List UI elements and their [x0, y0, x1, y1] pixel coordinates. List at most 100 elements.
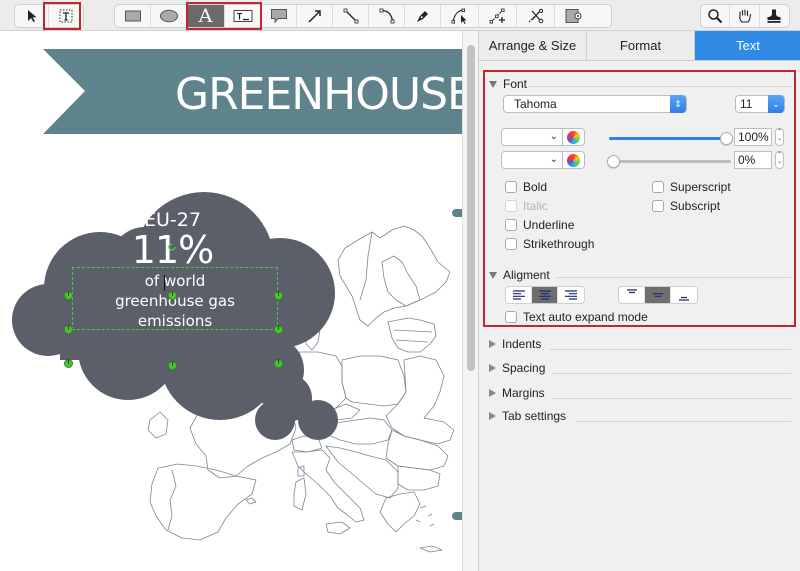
bg-opacity-slider-track[interactable]: [609, 160, 731, 163]
tab-text[interactable]: Text: [695, 31, 800, 60]
divider: [557, 277, 791, 278]
hand-icon: [738, 9, 751, 23]
alignment-section-header[interactable]: Aligment: [489, 268, 550, 282]
arrow-tool-button[interactable]: [297, 5, 333, 27]
callout-tool-button[interactable]: [261, 5, 297, 27]
tab-format[interactable]: Format: [587, 31, 695, 60]
divider: [552, 373, 791, 374]
arrow-pointer-icon: [27, 10, 36, 22]
italic-label: Italic: [523, 199, 548, 213]
arrow-line-icon: [307, 10, 321, 23]
checkbox-box[interactable]: [505, 181, 517, 193]
text-block-tool-button[interactable]: [225, 5, 261, 27]
subscript-label: Subscript: [670, 199, 721, 213]
superscript-checkbox[interactable]: Superscript: [652, 180, 731, 194]
disclosure-open-icon: [489, 271, 497, 279]
cut-path-tool-button[interactable]: [517, 5, 555, 27]
underline-checkbox[interactable]: Underline: [505, 218, 574, 232]
text-color-select[interactable]: ⌄: [501, 128, 585, 146]
align-right-button[interactable]: [558, 287, 584, 303]
text-block-icon: [233, 10, 252, 22]
resize-handle-bottom[interactable]: T: [168, 361, 177, 370]
align-left-button[interactable]: [506, 287, 532, 303]
font-family-value: Tahoma: [514, 97, 557, 111]
opacity-input[interactable]: 100%: [734, 128, 772, 146]
subscript-checkbox[interactable]: Subscript: [652, 199, 720, 213]
tab-arrange-size[interactable]: Arrange & Size: [479, 31, 587, 60]
checkbox-box[interactable]: [505, 238, 517, 250]
strikethrough-checkbox[interactable]: Strikethrough: [505, 237, 594, 251]
resize-handle-right[interactable]: T: [274, 325, 283, 334]
bold-checkbox[interactable]: Bold: [505, 180, 547, 194]
checkbox-box[interactable]: [652, 181, 664, 193]
rectangle-tool-button[interactable]: [115, 5, 151, 27]
divider: [550, 349, 791, 350]
font-size-value: 11: [740, 97, 753, 111]
underline-label: Underline: [523, 218, 575, 232]
container-tool-button[interactable]: [555, 5, 591, 27]
disclosure-open-icon: [489, 80, 497, 88]
resize-handle-bottom-left[interactable]: T: [64, 359, 73, 368]
bg-opacity-input[interactable]: 0%: [734, 151, 772, 169]
opacity-stepper[interactable]: ⌃ ⌄: [775, 128, 784, 146]
bg-opacity-stepper[interactable]: ⌃ ⌄: [775, 151, 784, 169]
drawing-canvas[interactable]: GREENHOUSE EU-27 11% of world greenhouse…: [0, 31, 462, 571]
color-wheel-icon[interactable]: [567, 154, 580, 167]
hand-tool-button[interactable]: [730, 5, 760, 27]
ellipse-tool-button[interactable]: [151, 5, 187, 27]
canvas-vertical-scrollbar[interactable]: [462, 31, 478, 571]
auto-expand-checkbox[interactable]: Text auto expand mode: [505, 310, 648, 324]
vertical-alignment-control: [618, 286, 698, 304]
container-icon: [565, 9, 582, 23]
align-right-icon: [565, 290, 577, 300]
opacity-slider-knob[interactable]: [720, 132, 733, 145]
inspector-panel: Arrange & Size Format Text Font Tahoma ⇕…: [478, 31, 800, 571]
resize-handle-left[interactable]: T: [64, 325, 73, 334]
indents-section-header[interactable]: Indents: [489, 337, 541, 351]
margins-section-header[interactable]: Margins: [489, 386, 545, 400]
font-size-combo[interactable]: 11 ⌄: [735, 95, 785, 113]
arc-tool-button[interactable]: [369, 5, 405, 27]
resize-handle-top-right[interactable]: T: [274, 291, 283, 300]
text-bg-color-select[interactable]: ⌄: [501, 151, 585, 169]
resize-handle-top-left[interactable]: T: [64, 291, 73, 300]
resize-handle-top[interactable]: T: [168, 291, 177, 300]
disclosure-closed-icon: [489, 389, 496, 397]
indents-label: Indents: [502, 337, 542, 351]
text-tool-button[interactable]: A: [187, 5, 225, 27]
font-family-select[interactable]: Tahoma ⇕: [503, 95, 687, 113]
zoom-tool-button[interactable]: [701, 5, 731, 27]
horizontal-alignment-control: [505, 286, 585, 304]
font-section-header[interactable]: Font: [489, 77, 527, 91]
tab-settings-section-header[interactable]: Tab settings: [489, 409, 566, 423]
resize-handle-bottom-right[interactable]: T: [274, 359, 283, 368]
bezier-icon: [451, 8, 466, 24]
line-tool-button[interactable]: [333, 5, 369, 27]
align-middle-button[interactable]: [645, 287, 671, 303]
stamp-tool-button[interactable]: [760, 5, 789, 27]
rotate-handle-icon[interactable]: [167, 242, 177, 252]
align-top-button[interactable]: [619, 287, 645, 303]
text-box-select-tool-button[interactable]: [49, 5, 83, 27]
scrollbar-thumb[interactable]: [467, 45, 475, 371]
add-point-tool-button[interactable]: [479, 5, 517, 27]
checkbox-box[interactable]: [652, 200, 664, 212]
auto-expand-label: Text auto expand mode: [523, 310, 648, 324]
chevron-down-icon: ⌄: [549, 131, 558, 142]
bezier-tool-button[interactable]: [441, 5, 479, 27]
spacing-section-header[interactable]: Spacing: [489, 361, 545, 375]
opacity-slider-track[interactable]: [609, 137, 725, 140]
app-window: A GREENHOUSE EU-27 11% of world greenhou…: [0, 0, 800, 571]
updown-chevron-icon: ⇕: [670, 95, 686, 113]
divider: [552, 398, 791, 399]
pen-tool-button[interactable]: [405, 5, 441, 27]
toolbar-group-selection: [14, 4, 84, 28]
checkbox-box[interactable]: [505, 219, 517, 231]
color-wheel-icon[interactable]: [567, 131, 580, 144]
align-center-button[interactable]: [532, 287, 558, 303]
select-tool-button[interactable]: [15, 5, 49, 27]
bg-opacity-slider-knob[interactable]: [607, 155, 620, 168]
checkbox-box[interactable]: [505, 311, 517, 323]
align-bottom-button[interactable]: [671, 287, 697, 303]
chevron-down-icon: ⌄: [549, 154, 558, 165]
